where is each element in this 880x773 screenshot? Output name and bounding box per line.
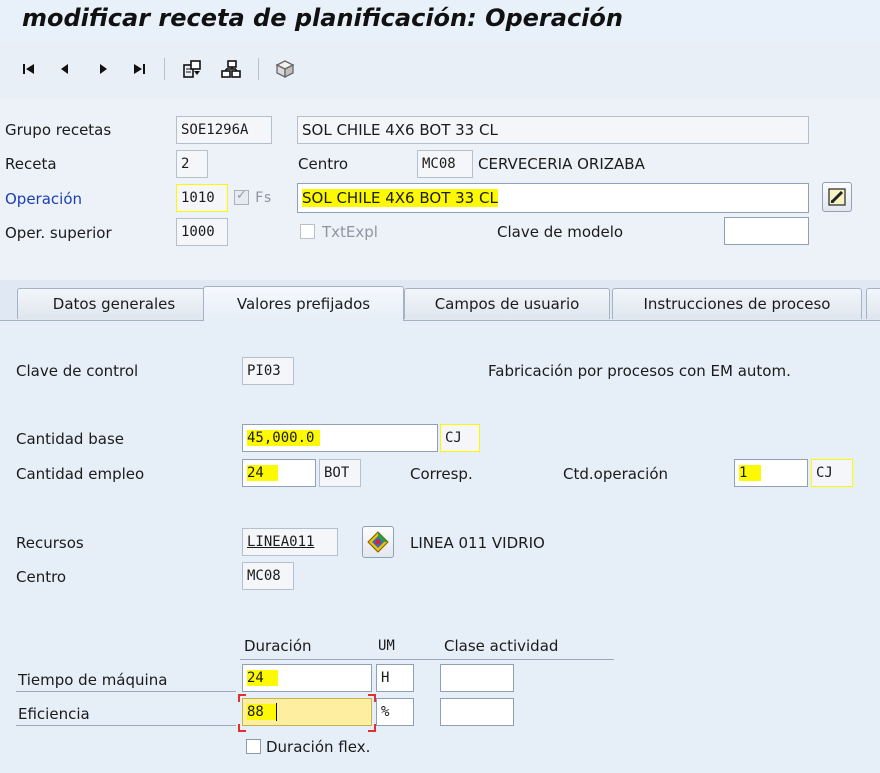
duracion-flex-checkbox[interactable] — [246, 739, 261, 754]
eficiencia-label: Eficiencia — [18, 705, 90, 723]
grupo-recetas-field[interactable]: SOE1296A — [176, 116, 272, 144]
receta-label: Receta — [5, 155, 57, 173]
clave-modelo-field[interactable] — [724, 217, 809, 245]
clase-actividad-header: Clase actividad — [444, 637, 559, 655]
clave-control-description: Fabricación por procesos con EM autom. — [488, 362, 791, 380]
tab-panel-valores-prefijados: Clave de control PI03 Fabricación por pr… — [0, 320, 880, 773]
last-page-icon[interactable] — [126, 56, 152, 82]
tab-valores-prefijados[interactable]: Valores prefijados — [203, 286, 404, 321]
um-header: UM — [378, 638, 395, 654]
toolbar-separator — [164, 58, 165, 80]
recursos-label: Recursos — [16, 534, 84, 552]
tiempo-maquina-clase-actividad[interactable] — [440, 664, 514, 692]
application-toolbar — [0, 42, 880, 99]
grupo-recetas-description[interactable]: SOL CHILE 4X6 BOT 33 CL — [297, 116, 809, 144]
duracion-header: Duración — [244, 637, 312, 655]
clave-control-field[interactable]: PI03 — [242, 357, 294, 385]
cantidad-empleo-label: Cantidad empleo — [16, 465, 145, 483]
tab-label: Datos generales — [52, 295, 176, 313]
recursos-field[interactable]: LINEA011 — [242, 528, 338, 556]
focus-marker — [368, 694, 376, 702]
receta-field[interactable]: 2 — [176, 150, 208, 178]
hierarchy-icon[interactable] — [218, 56, 244, 82]
operacion-description-field[interactable]: SOL CHILE 4X6 BOT 33 CL — [297, 183, 809, 213]
next-page-icon[interactable] — [90, 56, 116, 82]
oper-superior-label: Oper. superior — [5, 224, 112, 242]
centro-field[interactable]: MC08 — [242, 562, 294, 590]
header-overview-icon[interactable] — [180, 56, 206, 82]
tab-overflow[interactable] — [866, 288, 880, 319]
tab-label: Instrucciones de proceso — [643, 295, 831, 313]
tiempo-maquina-label: Tiempo de máquina — [18, 671, 168, 689]
txtexpl-label: TxtExpl — [322, 223, 378, 241]
recursos-description: LINEA 011 VIDRIO — [410, 534, 545, 552]
row-divider — [16, 725, 236, 726]
first-page-icon[interactable] — [16, 56, 42, 82]
tab-strip: Datos generales Valores prefijados Campo… — [0, 286, 880, 321]
tab-label: Campos de usuario — [434, 295, 580, 313]
oper-superior-field[interactable]: 1000 — [176, 218, 228, 246]
cantidad-empleo-field[interactable]: 24 — [242, 459, 316, 487]
focus-marker — [238, 694, 246, 702]
resource-details-button[interactable] — [362, 526, 394, 558]
centro-header-label: Centro — [298, 155, 349, 173]
eficiencia-um[interactable]: % — [376, 698, 414, 726]
ctd-operacion-text: 1 — [739, 465, 762, 481]
cantidad-base-text: 45,000.0 — [247, 430, 321, 446]
tab-campos-de-usuario[interactable]: Campos de usuario — [404, 288, 610, 319]
cube-icon[interactable] — [272, 56, 298, 82]
centro-label: Centro — [16, 568, 67, 586]
eficiencia-field[interactable]: 88 — [242, 698, 372, 726]
page-title: modificar receta de planificación: Opera… — [22, 4, 623, 32]
edit-icon — [828, 188, 846, 206]
cantidad-empleo-unit[interactable]: BOT — [319, 459, 361, 487]
clave-control-label: Clave de control — [16, 362, 139, 380]
cantidad-base-label: Cantidad base — [16, 430, 124, 448]
tab-instrucciones-de-proceso[interactable]: Instrucciones de proceso — [612, 288, 862, 319]
ctd-operacion-unit[interactable]: CJ — [811, 459, 853, 487]
focus-marker — [238, 724, 246, 732]
cantidad-empleo-text: 24 — [247, 465, 278, 481]
column-header-divider — [240, 659, 614, 660]
resource-icon — [367, 531, 389, 553]
centro-header-description: CERVECERIA ORIZABA — [478, 155, 645, 173]
title-bar: modificar receta de planificación: Opera… — [0, 0, 880, 42]
fs-checkbox[interactable] — [234, 188, 249, 205]
tab-datos-generales[interactable]: Datos generales — [17, 288, 211, 319]
operation-header: Grupo recetas SOE1296A SOL CHILE 4X6 BOT… — [0, 98, 880, 280]
centro-header-field[interactable]: MC08 — [417, 150, 473, 178]
clave-modelo-label: Clave de modelo — [497, 223, 624, 241]
txtexpl-checkbox[interactable] — [300, 224, 315, 239]
eficiencia-text: 88 — [247, 704, 276, 720]
grupo-recetas-label: Grupo recetas — [5, 121, 112, 139]
cantidad-base-field[interactable]: 45,000.0 — [242, 424, 438, 452]
previous-page-icon[interactable] — [52, 56, 78, 82]
operacion-label[interactable]: Operación — [5, 189, 82, 209]
edit-long-text-button[interactable] — [822, 182, 852, 212]
tiempo-maquina-text: 24 — [247, 670, 278, 686]
operacion-field[interactable]: 1010 — [176, 184, 228, 212]
row-divider — [16, 691, 236, 692]
corresp-label: Corresp. — [410, 465, 473, 483]
ctd-operacion-label: Ctd.operación — [563, 465, 669, 483]
focus-marker — [368, 724, 376, 732]
tiempo-maquina-field[interactable]: 24 — [242, 664, 372, 692]
ctd-operacion-field[interactable]: 1 — [734, 459, 808, 487]
eficiencia-clase-actividad[interactable] — [440, 698, 514, 726]
toolbar-separator — [258, 58, 259, 80]
text-cursor — [275, 703, 277, 721]
tab-label: Valores prefijados — [236, 295, 371, 313]
tiempo-maquina-um[interactable]: H — [376, 664, 414, 692]
fs-label: Fs — [255, 190, 272, 206]
duracion-flex-label: Duración flex. — [266, 738, 371, 756]
cantidad-base-unit[interactable]: CJ — [440, 424, 480, 452]
operacion-description-text: SOL CHILE 4X6 BOT 33 CL — [302, 189, 498, 207]
